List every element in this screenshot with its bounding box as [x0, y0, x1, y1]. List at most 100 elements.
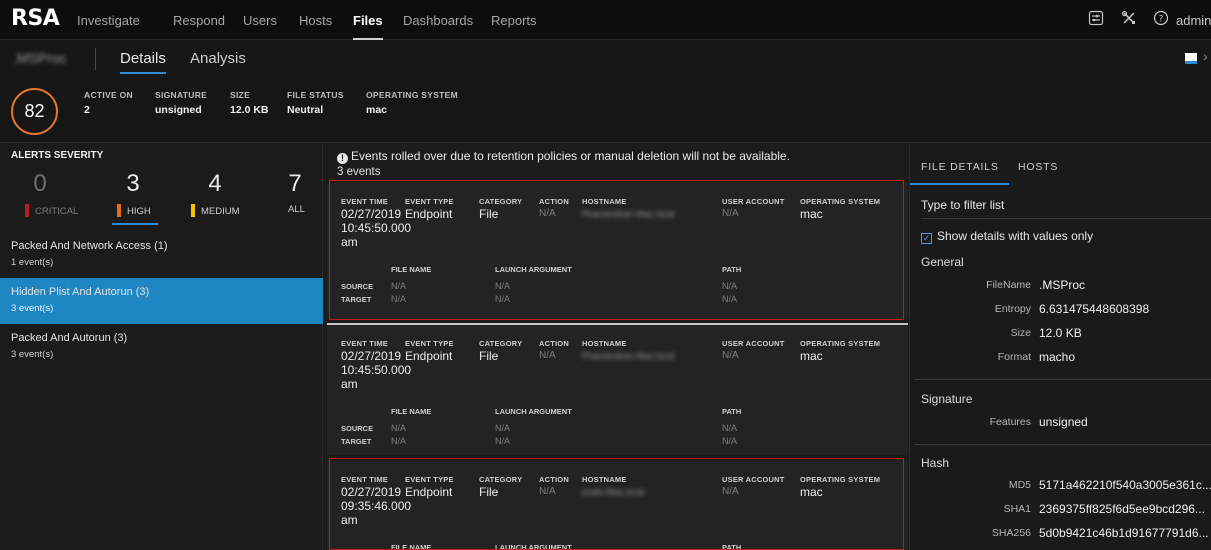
detail-key: Features: [989, 416, 1031, 428]
checkbox-checked-icon: ✓: [921, 233, 932, 244]
event-column: OPERATING SYSTEM mac: [800, 197, 880, 221]
event-time: 02/27/2019 10:45:50.000 am: [341, 207, 411, 249]
event-os: mac: [800, 207, 823, 221]
alert-item-selected[interactable]: Hidden Plist And Autorun (3) 3 event(s): [0, 278, 323, 324]
event-column-header: OPERATING SYSTEM: [800, 475, 881, 484]
events-panel: ! Events rolled over due to retention pol…: [324, 143, 908, 550]
high-count[interactable]: 3: [103, 170, 163, 198]
detail-key: Size: [1010, 327, 1031, 339]
event-category: File: [479, 207, 499, 221]
event-column: EVENT TYPE Endpoint: [405, 339, 454, 363]
critical-label[interactable]: CRITICAL: [25, 204, 78, 217]
event-time-date: 02/27/2019: [341, 207, 402, 221]
detail-key: SHA1: [1003, 503, 1031, 515]
event-card[interactable]: EVENT TIME 02/27/2019 10:45:50.000 am EVENT …: [327, 323, 908, 455]
row-value: N/A: [495, 436, 511, 446]
alert-item[interactable]: Packed And Network Access (1) 1 event(s): [0, 236, 323, 272]
risk-score: 82: [11, 88, 58, 135]
event-column-header: ACTION: [539, 475, 569, 484]
event-column: HOSTNAME Pharsendran-Mac.local: [582, 197, 675, 219]
event-time-ampm: am: [341, 377, 358, 391]
event-column: CATEGORY File: [479, 197, 522, 221]
high-bar: [117, 204, 121, 217]
event-column-header: USER ACCOUNT: [722, 475, 785, 484]
tools-icon[interactable]: [1120, 10, 1138, 28]
event-user: N/A: [722, 350, 739, 361]
high-label[interactable]: HIGH: [117, 204, 151, 217]
event-card[interactable]: EVENT TIME 02/27/2019 09:35:46.000 am EVENT …: [327, 461, 908, 550]
alert-event-count: 3 event(s): [11, 349, 54, 360]
row-value: N/A: [722, 294, 738, 304]
stat-label: OPERATING SYSTEM: [366, 90, 459, 100]
notice-text: Events rolled over due to retention poli…: [351, 149, 790, 163]
nav-files[interactable]: Files: [353, 13, 383, 40]
event-action: N/A: [539, 350, 556, 361]
chevron-right-icon[interactable]: ›: [1203, 48, 1208, 64]
event-hostname: Pharsendran-Mac.local: [582, 351, 675, 361]
row-value: N/A: [495, 281, 511, 291]
nav-users[interactable]: Users: [243, 13, 277, 28]
event-type: Endpoint: [405, 207, 453, 221]
event-os: mac: [800, 485, 823, 499]
event-card[interactable]: EVENT TIME 02/27/2019 10:45:50.000 am EVENT …: [327, 183, 908, 319]
sub-header: FILE NAME: [391, 407, 432, 416]
event-column: USER ACCOUNT N/A: [722, 339, 785, 363]
event-category: File: [479, 349, 499, 363]
event-column-header: CATEGORY: [479, 339, 523, 348]
retention-notice: ! Events rolled over due to retention pol…: [337, 149, 790, 164]
row-value: N/A: [391, 294, 407, 304]
tab-details[interactable]: Details: [120, 50, 166, 74]
nav-respond[interactable]: Respond: [173, 13, 225, 28]
nav-dashboards[interactable]: Dashboards: [403, 13, 473, 28]
event-column: EVENT TIME 02/27/2019 10:45:50.000 am: [341, 197, 411, 249]
settings-sliders-icon[interactable]: [1087, 10, 1105, 28]
event-category: File: [479, 485, 499, 499]
event-column: ACTION N/A: [539, 475, 569, 499]
rsa-logo[interactable]: RSA: [11, 6, 60, 31]
checkbox-label: Show details with values only: [937, 229, 1094, 243]
event-column-header: EVENT TIME: [341, 197, 389, 206]
stat-operating-system: OPERATING SYSTEM mac: [366, 90, 458, 116]
alert-item[interactable]: Packed And Autorun (3) 3 event(s): [0, 328, 323, 364]
tab-analysis[interactable]: Analysis: [190, 50, 246, 67]
medium-count[interactable]: 4: [185, 170, 245, 198]
detail-value: macho: [1039, 350, 1076, 364]
user-menu[interactable]: admin: [1176, 13, 1211, 28]
filter-input[interactable]: Type to filter list: [921, 198, 1211, 219]
detail-value: 5171a462210f540a3005e361c...: [1039, 478, 1211, 492]
all-label[interactable]: ALL: [288, 204, 305, 215]
help-icon[interactable]: ?: [1152, 10, 1170, 28]
svg-text:?: ?: [1159, 15, 1164, 25]
event-column: HOSTNAME Pharsendran-Mac.local: [582, 339, 675, 361]
event-column-header: CATEGORY: [479, 475, 523, 484]
event-column: EVENT TIME 02/27/2019 10:45:50.000 am: [341, 339, 411, 391]
nav-reports[interactable]: Reports: [491, 13, 537, 28]
event-column: ACTION N/A: [539, 339, 569, 363]
tab-hosts[interactable]: HOSTS: [1018, 161, 1058, 173]
events-count: 3 events: [337, 166, 381, 178]
row-value: N/A: [391, 423, 407, 433]
event-column: EVENT TYPE Endpoint: [405, 475, 454, 499]
nav-investigate[interactable]: Investigate: [77, 13, 140, 28]
medium-label[interactable]: MEDIUM: [191, 204, 240, 217]
event-time: 02/27/2019 10:45:50.000 am: [341, 349, 411, 391]
show-values-only-checkbox[interactable]: ✓ Show details with values only: [921, 229, 1093, 244]
detail-value: unsigned: [1039, 415, 1088, 429]
event-column: CATEGORY File: [479, 339, 522, 363]
critical-bar: [25, 204, 29, 217]
row-value: N/A: [391, 281, 407, 291]
event-column-header: HOSTNAME: [582, 339, 627, 348]
event-time-ampm: am: [341, 235, 358, 249]
tab-file-details[interactable]: FILE DETAILS: [910, 161, 1009, 185]
stat-active-on: ACTIVE ON 2: [84, 90, 133, 116]
file-header: .MSProc Details Analysis › 82 ACTIVE ON …: [0, 40, 1211, 143]
panel-toggle-icon[interactable]: [1185, 53, 1197, 64]
all-count[interactable]: 7: [265, 170, 325, 198]
critical-count[interactable]: 0: [10, 170, 70, 198]
sub-header: LAUNCH ARGUMENT: [495, 543, 572, 550]
nav-hosts[interactable]: Hosts: [299, 13, 332, 28]
event-time-ampm: am: [341, 513, 358, 527]
stat-value: 12.0 KB: [230, 104, 269, 116]
row-label: TARGET: [341, 295, 372, 304]
medium-text: MEDIUM: [201, 206, 240, 217]
